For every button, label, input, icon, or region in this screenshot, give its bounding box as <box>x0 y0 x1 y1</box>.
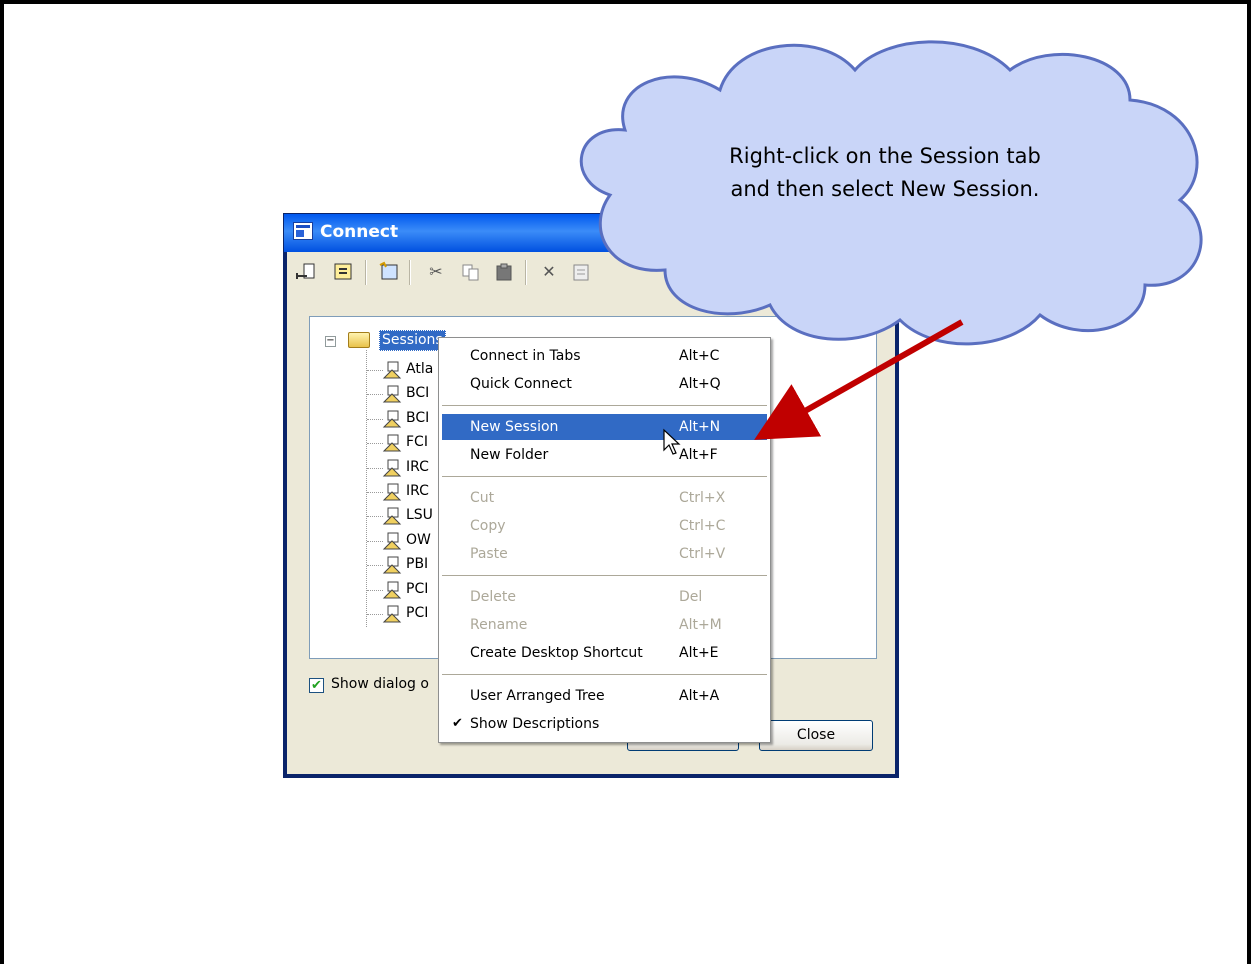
mouse-cursor-icon <box>663 428 681 455</box>
pointer-arrow <box>754 319 964 440</box>
callout-line-2: and then select New Session. <box>730 177 1040 201</box>
callout-text: Right-click on the Session tab and then … <box>650 140 1120 206</box>
callout-line-1: Right-click on the Session tab <box>729 144 1041 168</box>
